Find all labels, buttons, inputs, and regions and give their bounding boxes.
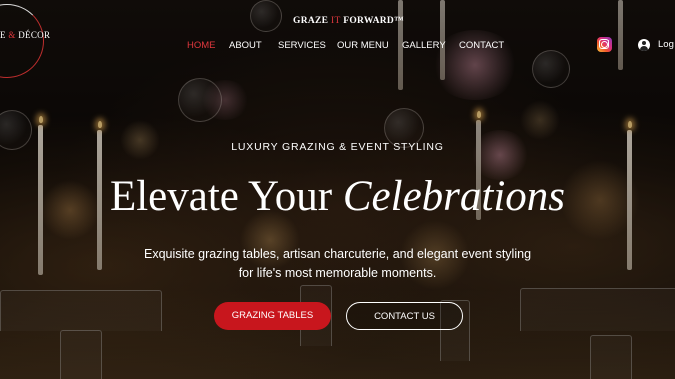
headline-italic: Celebrations <box>342 173 566 220</box>
hero-kicker: LUXURY GRAZING & EVENT STYLING <box>231 141 444 153</box>
hero-subtext-line: for life's most memorable moments. <box>238 266 437 280</box>
main-nav: HOME ABOUT SERVICES OUR MENU GALLERY CON… <box>0 40 675 54</box>
nav-gallery[interactable]: GALLERY <box>402 40 446 51</box>
login-label: Log In <box>658 39 675 50</box>
contact-us-button[interactable]: CONTACT US <box>346 302 463 330</box>
nav-services[interactable]: SERVICES <box>278 40 326 51</box>
nav-about[interactable]: ABOUT <box>229 40 262 51</box>
logo-text: E & DÉCOR <box>0 30 51 40</box>
hero-subtext: Exquisite grazing tables, artisan charcu… <box>0 245 675 283</box>
nav-contact[interactable]: CONTACT <box>459 40 504 51</box>
headline-plain: Elevate Your <box>109 173 333 220</box>
user-icon <box>638 39 650 51</box>
instagram-icon[interactable] <box>597 37 612 52</box>
instagram-dot <box>607 39 610 42</box>
nav-our-menu[interactable]: OUR MENU <box>337 40 389 51</box>
grazing-tables-button[interactable]: GRAZING TABLES <box>214 302 331 330</box>
hero-headline: Elevate Your Celebrations <box>0 172 675 221</box>
hero-subtext-line: Exquisite grazing tables, artisan charcu… <box>143 247 532 261</box>
brand-wordmark[interactable]: GRAZE IT FORWARD™ <box>293 16 404 26</box>
instagram-lens <box>601 41 608 48</box>
nav-home[interactable]: HOME <box>187 40 216 51</box>
